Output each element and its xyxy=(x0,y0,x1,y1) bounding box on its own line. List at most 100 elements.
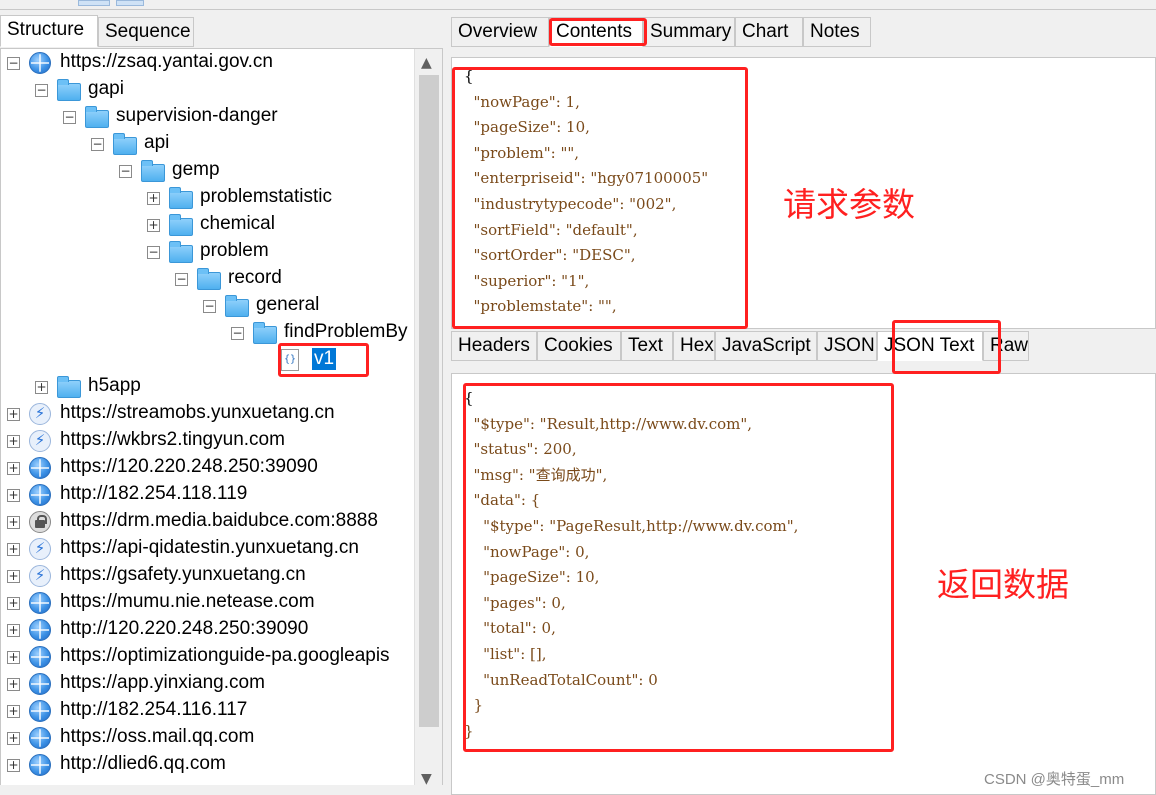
tree-node[interactable]: + https://drm.media.baidubce.com:8888 xyxy=(1,509,413,536)
globe-icon xyxy=(29,727,51,749)
tree-node-label[interactable]: https://wkbrs2.tingyun.com xyxy=(60,429,285,451)
folder-icon xyxy=(141,160,165,182)
collapse-icon[interactable]: − xyxy=(231,327,244,340)
tree-node-label[interactable]: https://app.yinxiang.com xyxy=(60,672,265,694)
expand-icon[interactable]: + xyxy=(147,192,160,205)
tree-node[interactable]: + ⚡ https://gsafety.yunxuetang.cn xyxy=(1,563,413,590)
scroll-up-arrow-icon[interactable]: ▲ xyxy=(421,55,432,71)
expand-icon[interactable]: + xyxy=(7,678,20,691)
tree-node[interactable]: + http://dlied6.qq.com xyxy=(1,752,413,779)
tree-node-label[interactable]: gapi xyxy=(88,78,124,100)
host-tree: ▲ ▼ − https://zsaq.yantai.gov.cn − gapi − sup… xyxy=(0,48,443,795)
toolbar-button[interactable] xyxy=(116,0,144,6)
tab-chart[interactable]: Chart xyxy=(735,17,803,47)
tree-node[interactable]: + https://oss.mail.qq.com xyxy=(1,725,413,752)
tree-node[interactable]: + https://120.220.248.250:39090 xyxy=(1,455,413,482)
tree-node[interactable]: + ⚡ https://api-qidatestin.yunxuetang.cn xyxy=(1,536,413,563)
expand-icon[interactable]: + xyxy=(7,570,20,583)
tree-node[interactable]: + ⚡ https://streamobs.yunxuetang.cn xyxy=(1,401,413,428)
expand-icon[interactable]: + xyxy=(7,732,20,745)
tab-hex[interactable]: Hex xyxy=(673,331,715,361)
tree-node[interactable]: + chemical xyxy=(1,212,413,239)
tree-node[interactable]: − api xyxy=(1,131,413,158)
tree-node[interactable]: + https://app.yinxiang.com xyxy=(1,671,413,698)
expand-icon[interactable]: + xyxy=(7,543,20,556)
tab-notes[interactable]: Notes xyxy=(803,17,871,47)
tree-node-label[interactable]: http://dlied6.qq.com xyxy=(60,753,226,775)
expand-icon[interactable]: + xyxy=(7,705,20,718)
tree-node[interactable]: + https://mumu.nie.netease.com xyxy=(1,590,413,617)
tree-node-label[interactable]: https://api-qidatestin.yunxuetang.cn xyxy=(60,537,359,559)
folder-icon xyxy=(253,322,277,344)
collapse-icon[interactable]: − xyxy=(91,138,104,151)
collapse-icon[interactable]: − xyxy=(147,246,160,259)
expand-icon[interactable]: + xyxy=(7,489,20,502)
tree-node-label[interactable]: record xyxy=(228,267,282,289)
tab-structure[interactable]: Structure xyxy=(0,15,98,47)
tree-node[interactable]: + https://optimizationguide-pa.googleapis xyxy=(1,644,413,671)
tab-json[interactable]: JSON xyxy=(817,331,877,361)
scrollbar-thumb[interactable] xyxy=(419,75,439,727)
expand-icon[interactable]: + xyxy=(7,516,20,529)
tree-node-label[interactable]: https://oss.mail.qq.com xyxy=(60,726,254,748)
tree-node-label[interactable]: general xyxy=(256,294,319,316)
expand-icon[interactable]: + xyxy=(147,219,160,232)
tab-sequence[interactable]: Sequence xyxy=(98,17,194,47)
tree-node[interactable]: + problemstatistic xyxy=(1,185,413,212)
tree-node-label[interactable]: https://optimizationguide-pa.googleapis xyxy=(60,645,390,667)
tab-javascript[interactable]: JavaScript xyxy=(715,331,817,361)
tree-node[interactable]: + h5app xyxy=(1,374,413,401)
tree-node-label[interactable]: problem xyxy=(200,240,269,262)
tree-node-label[interactable]: https://zsaq.yantai.gov.cn xyxy=(60,51,273,73)
tree-node-label[interactable]: h5app xyxy=(88,375,141,397)
tree-node-label[interactable]: http://120.220.248.250:39090 xyxy=(60,618,308,640)
expand-icon[interactable]: + xyxy=(7,462,20,475)
tab-headers[interactable]: Headers xyxy=(451,331,537,361)
tree-node[interactable]: − general xyxy=(1,293,413,320)
collapse-icon[interactable]: − xyxy=(7,57,20,70)
expand-icon[interactable]: + xyxy=(35,381,48,394)
tree-node[interactable]: − https://zsaq.yantai.gov.cn xyxy=(1,50,413,77)
tree-node[interactable]: + http://182.254.118.119 xyxy=(1,482,413,509)
expand-icon[interactable]: + xyxy=(7,408,20,421)
tree-scrollbar[interactable]: ▲ ▼ xyxy=(414,49,442,794)
tree-node-label[interactable]: gemp xyxy=(172,159,220,181)
tree-node[interactable]: + http://120.220.248.250:39090 xyxy=(1,617,413,644)
expand-icon[interactable]: + xyxy=(7,597,20,610)
collapse-icon[interactable]: − xyxy=(63,111,76,124)
folder-icon xyxy=(113,133,137,155)
toolbar-button[interactable] xyxy=(78,0,110,6)
collapse-icon[interactable]: − xyxy=(175,273,188,286)
tree-node-label[interactable]: http://182.254.116.117 xyxy=(60,699,247,721)
horizontal-scrollbar[interactable] xyxy=(0,785,443,795)
tab-summary[interactable]: Summary xyxy=(643,17,735,47)
tree-node-label[interactable]: https://gsafety.yunxuetang.cn xyxy=(60,564,306,586)
tree-node[interactable]: − gemp xyxy=(1,158,413,185)
tab-cookies[interactable]: Cookies xyxy=(537,331,621,361)
collapse-icon[interactable]: − xyxy=(35,84,48,97)
tree-node[interactable]: + ⚡ https://wkbrs2.tingyun.com xyxy=(1,428,413,455)
tree-node[interactable]: − supervision-danger xyxy=(1,104,413,131)
tree-node[interactable]: − record xyxy=(1,266,413,293)
tab-text[interactable]: Text xyxy=(621,331,673,361)
expand-icon[interactable]: + xyxy=(7,435,20,448)
tab-overview[interactable]: Overview xyxy=(451,17,549,47)
tree-node-label[interactable]: https://drm.media.baidubce.com:8888 xyxy=(60,510,378,532)
tree-node-label[interactable]: https://streamobs.yunxuetang.cn xyxy=(60,402,335,424)
tree-node-label[interactable]: https://120.220.248.250:39090 xyxy=(60,456,318,478)
expand-icon[interactable]: + xyxy=(7,624,20,637)
collapse-icon[interactable]: − xyxy=(119,165,132,178)
tree-node-label[interactable]: supervision-danger xyxy=(116,105,278,127)
tree-node[interactable]: + http://182.254.116.117 xyxy=(1,698,413,725)
collapse-icon[interactable]: − xyxy=(203,300,216,313)
tree-node[interactable]: − gapi xyxy=(1,77,413,104)
tree-node-label[interactable]: http://182.254.118.119 xyxy=(60,483,247,505)
tree-node-label[interactable]: api xyxy=(144,132,169,154)
tree-node-label[interactable]: problemstatistic xyxy=(200,186,332,208)
expand-icon[interactable]: + xyxy=(7,651,20,664)
tree-node-label[interactable]: findProblemBy xyxy=(284,321,408,343)
tree-node-label[interactable]: https://mumu.nie.netease.com xyxy=(60,591,315,613)
tree-node[interactable]: − problem xyxy=(1,239,413,266)
expand-icon[interactable]: + xyxy=(7,759,20,772)
tree-node-label[interactable]: chemical xyxy=(200,213,275,235)
